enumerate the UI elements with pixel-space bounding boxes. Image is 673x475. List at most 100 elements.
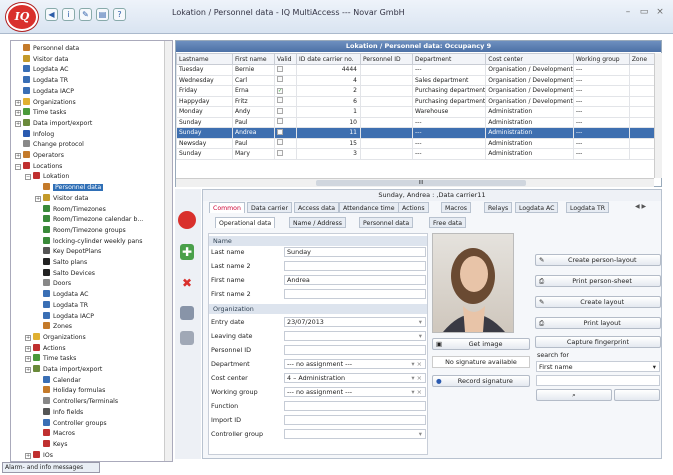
tree-item[interactable]: Change protocol	[15, 140, 84, 148]
search-field-select[interactable]: First name ▾	[536, 361, 660, 372]
table-row[interactable]: Monday Andy 1 Warehouse Administration ---	[176, 106, 660, 118]
stop-icon[interactable]	[178, 211, 196, 229]
entry-date-field[interactable]: 23/07/2013 ▾	[284, 317, 426, 327]
print-layout-button[interactable]: ⎙ Print layout	[535, 317, 661, 329]
add-icon[interactable]: ✚	[180, 244, 194, 260]
close-button[interactable]: ×	[654, 6, 666, 18]
record-signature-button[interactable]: ● Record signature	[432, 375, 530, 387]
valid-checkbox[interactable]	[277, 149, 283, 156]
expand-toggle-icon[interactable]: +	[15, 153, 21, 159]
search-options-button[interactable]	[614, 389, 660, 401]
tab-scroll-arrows[interactable]: ◀ ▶	[635, 203, 646, 210]
column-header[interactable]: First name	[232, 53, 275, 65]
valid-checkbox[interactable]: ✓	[277, 88, 283, 95]
expand-toggle-icon[interactable]: +	[25, 367, 31, 373]
tree-item[interactable]: Logdata TR	[35, 300, 88, 309]
tree-item[interactable]: Key DepotPlans	[35, 247, 101, 255]
table-row[interactable]: Sunday Andrea 11 --- Administration ---	[176, 127, 660, 139]
tree-item[interactable]: Logdata AC	[15, 65, 68, 73]
first-name-2-field[interactable]	[284, 289, 426, 299]
tree-item[interactable]: + Data import/export	[25, 365, 102, 373]
tree-item[interactable]: − Locations	[15, 161, 62, 170]
expand-toggle-icon[interactable]: +	[15, 99, 21, 106]
clear-icon[interactable]: ▾ ×	[411, 374, 422, 383]
tree-item[interactable]: Room/Timezone groups	[35, 225, 126, 234]
tree-item[interactable]: Calendar	[35, 375, 81, 384]
valid-checkbox[interactable]	[277, 139, 283, 146]
dropdown-arrow-icon[interactable]: ▾	[419, 318, 422, 327]
valid-checkbox[interactable]	[277, 128, 283, 135]
capture-fingerprint-button[interactable]: Capture fingerprint	[535, 336, 661, 348]
tab-access-data[interactable]: Access data	[294, 202, 340, 213]
column-header[interactable]: Department	[411, 53, 487, 65]
tab-relays[interactable]: Relays	[484, 202, 513, 213]
maximize-button[interactable]: ▭	[638, 6, 650, 18]
tree-item[interactable]: Holiday formulas	[35, 386, 105, 394]
clear-icon[interactable]: ▾ ×	[411, 360, 422, 369]
tree-item[interactable]: Visitor data	[15, 54, 68, 63]
expand-toggle-icon[interactable]: −	[15, 163, 21, 170]
navigation-tree[interactable]: Personnel data Visitor data Logdata AC Logd…	[10, 40, 173, 462]
department-select[interactable]: --- no assignment --- ▾ ×	[284, 359, 426, 369]
tree-item[interactable]: − Lokation	[25, 172, 69, 181]
tree-item[interactable]: + IOs	[25, 450, 53, 459]
get-image-button[interactable]: ▣ Get image	[432, 338, 530, 350]
document-icon[interactable]: ▤	[96, 8, 109, 21]
tab-actions[interactable]: Actions	[398, 202, 429, 213]
dropdown-arrow-icon[interactable]: ▾	[419, 430, 422, 439]
first-name-field[interactable]: Andrea	[284, 275, 426, 285]
expand-toggle-icon[interactable]: +	[35, 195, 41, 202]
function-field[interactable]	[284, 401, 426, 411]
valid-checkbox[interactable]	[277, 97, 283, 104]
valid-checkbox[interactable]	[277, 65, 283, 72]
search-input[interactable]	[536, 375, 660, 386]
tab-attendance-time[interactable]: Attendance time	[339, 202, 399, 213]
controller-group-select[interactable]: ▾	[284, 429, 426, 439]
column-header[interactable]: ID date carrier no.	[296, 53, 361, 65]
tree-item[interactable]: Keys	[35, 439, 67, 448]
create-layout-button[interactable]: ✎ Create layout	[535, 296, 661, 308]
last-name-2-field[interactable]	[284, 261, 426, 271]
table-row[interactable]: Tuesday Bernie 4444 --- Organisation / Devel…	[176, 64, 660, 76]
tree-item[interactable]: Logdata TR	[15, 76, 68, 84]
tree-item[interactable]: Personnel data	[35, 183, 104, 192]
expand-toggle-icon[interactable]: +	[25, 356, 31, 363]
tree-item[interactable]: + Operators	[15, 151, 64, 159]
tree-item[interactable]: + Time tasks	[15, 108, 66, 117]
subtab-personnel-data[interactable]: Personnel data	[359, 217, 414, 228]
valid-checkbox[interactable]	[277, 107, 283, 114]
valid-checkbox[interactable]	[277, 76, 283, 83]
expand-toggle-icon[interactable]: +	[15, 120, 21, 127]
tree-scrollbar[interactable]	[164, 41, 172, 461]
cost-center-select[interactable]: 4 – Administration ▾ ×	[284, 373, 426, 383]
expand-toggle-icon[interactable]: −	[25, 174, 31, 181]
tree-item[interactable]: Salto plans	[35, 258, 87, 266]
copy-icon[interactable]	[180, 331, 194, 345]
dropdown-arrow-icon[interactable]: ▾	[653, 362, 656, 372]
tree-item[interactable]: Room/Timezones	[35, 204, 106, 213]
edit-icon[interactable]: ✎	[79, 8, 92, 21]
scroll-thumb[interactable]: III	[316, 180, 526, 186]
table-row[interactable]: Newsday Paul 15 --- Administration ---	[176, 137, 660, 149]
grid-horizontal-scrollbar[interactable]: III	[176, 178, 654, 187]
expand-toggle-icon[interactable]: +	[15, 110, 21, 117]
leaving-date-field[interactable]: ▾	[284, 331, 426, 341]
tree-item[interactable]: + Visitor data	[35, 193, 88, 202]
search-button[interactable]: ⌕	[536, 389, 612, 401]
tree-item[interactable]: Controllers/Terminals	[35, 397, 118, 405]
grid-vertical-scrollbar[interactable]	[654, 53, 662, 178]
tab-macros[interactable]: Macros	[441, 202, 471, 213]
clear-icon[interactable]: ▾ ×	[411, 388, 422, 397]
column-header[interactable]: Valid	[274, 53, 297, 65]
column-header[interactable]: Personnel ID	[360, 53, 413, 65]
tree-item[interactable]: Salto Devices	[35, 268, 95, 277]
tree-item[interactable]: Zones	[35, 322, 72, 330]
subtab-name-address[interactable]: Name / Address	[289, 217, 346, 228]
column-header[interactable]: Working group	[572, 53, 630, 65]
create-person-layout-button[interactable]: ✎ Create person-layout	[535, 254, 661, 266]
table-row[interactable]: Happyday Fritz 6 Purchasing department Organ…	[176, 95, 660, 107]
tab-logdata-ac[interactable]: Logdata AC	[515, 202, 559, 213]
column-header[interactable]: Cost center	[485, 53, 574, 65]
expand-toggle-icon[interactable]: +	[25, 334, 31, 341]
tree-item[interactable]: Macros	[35, 429, 75, 437]
